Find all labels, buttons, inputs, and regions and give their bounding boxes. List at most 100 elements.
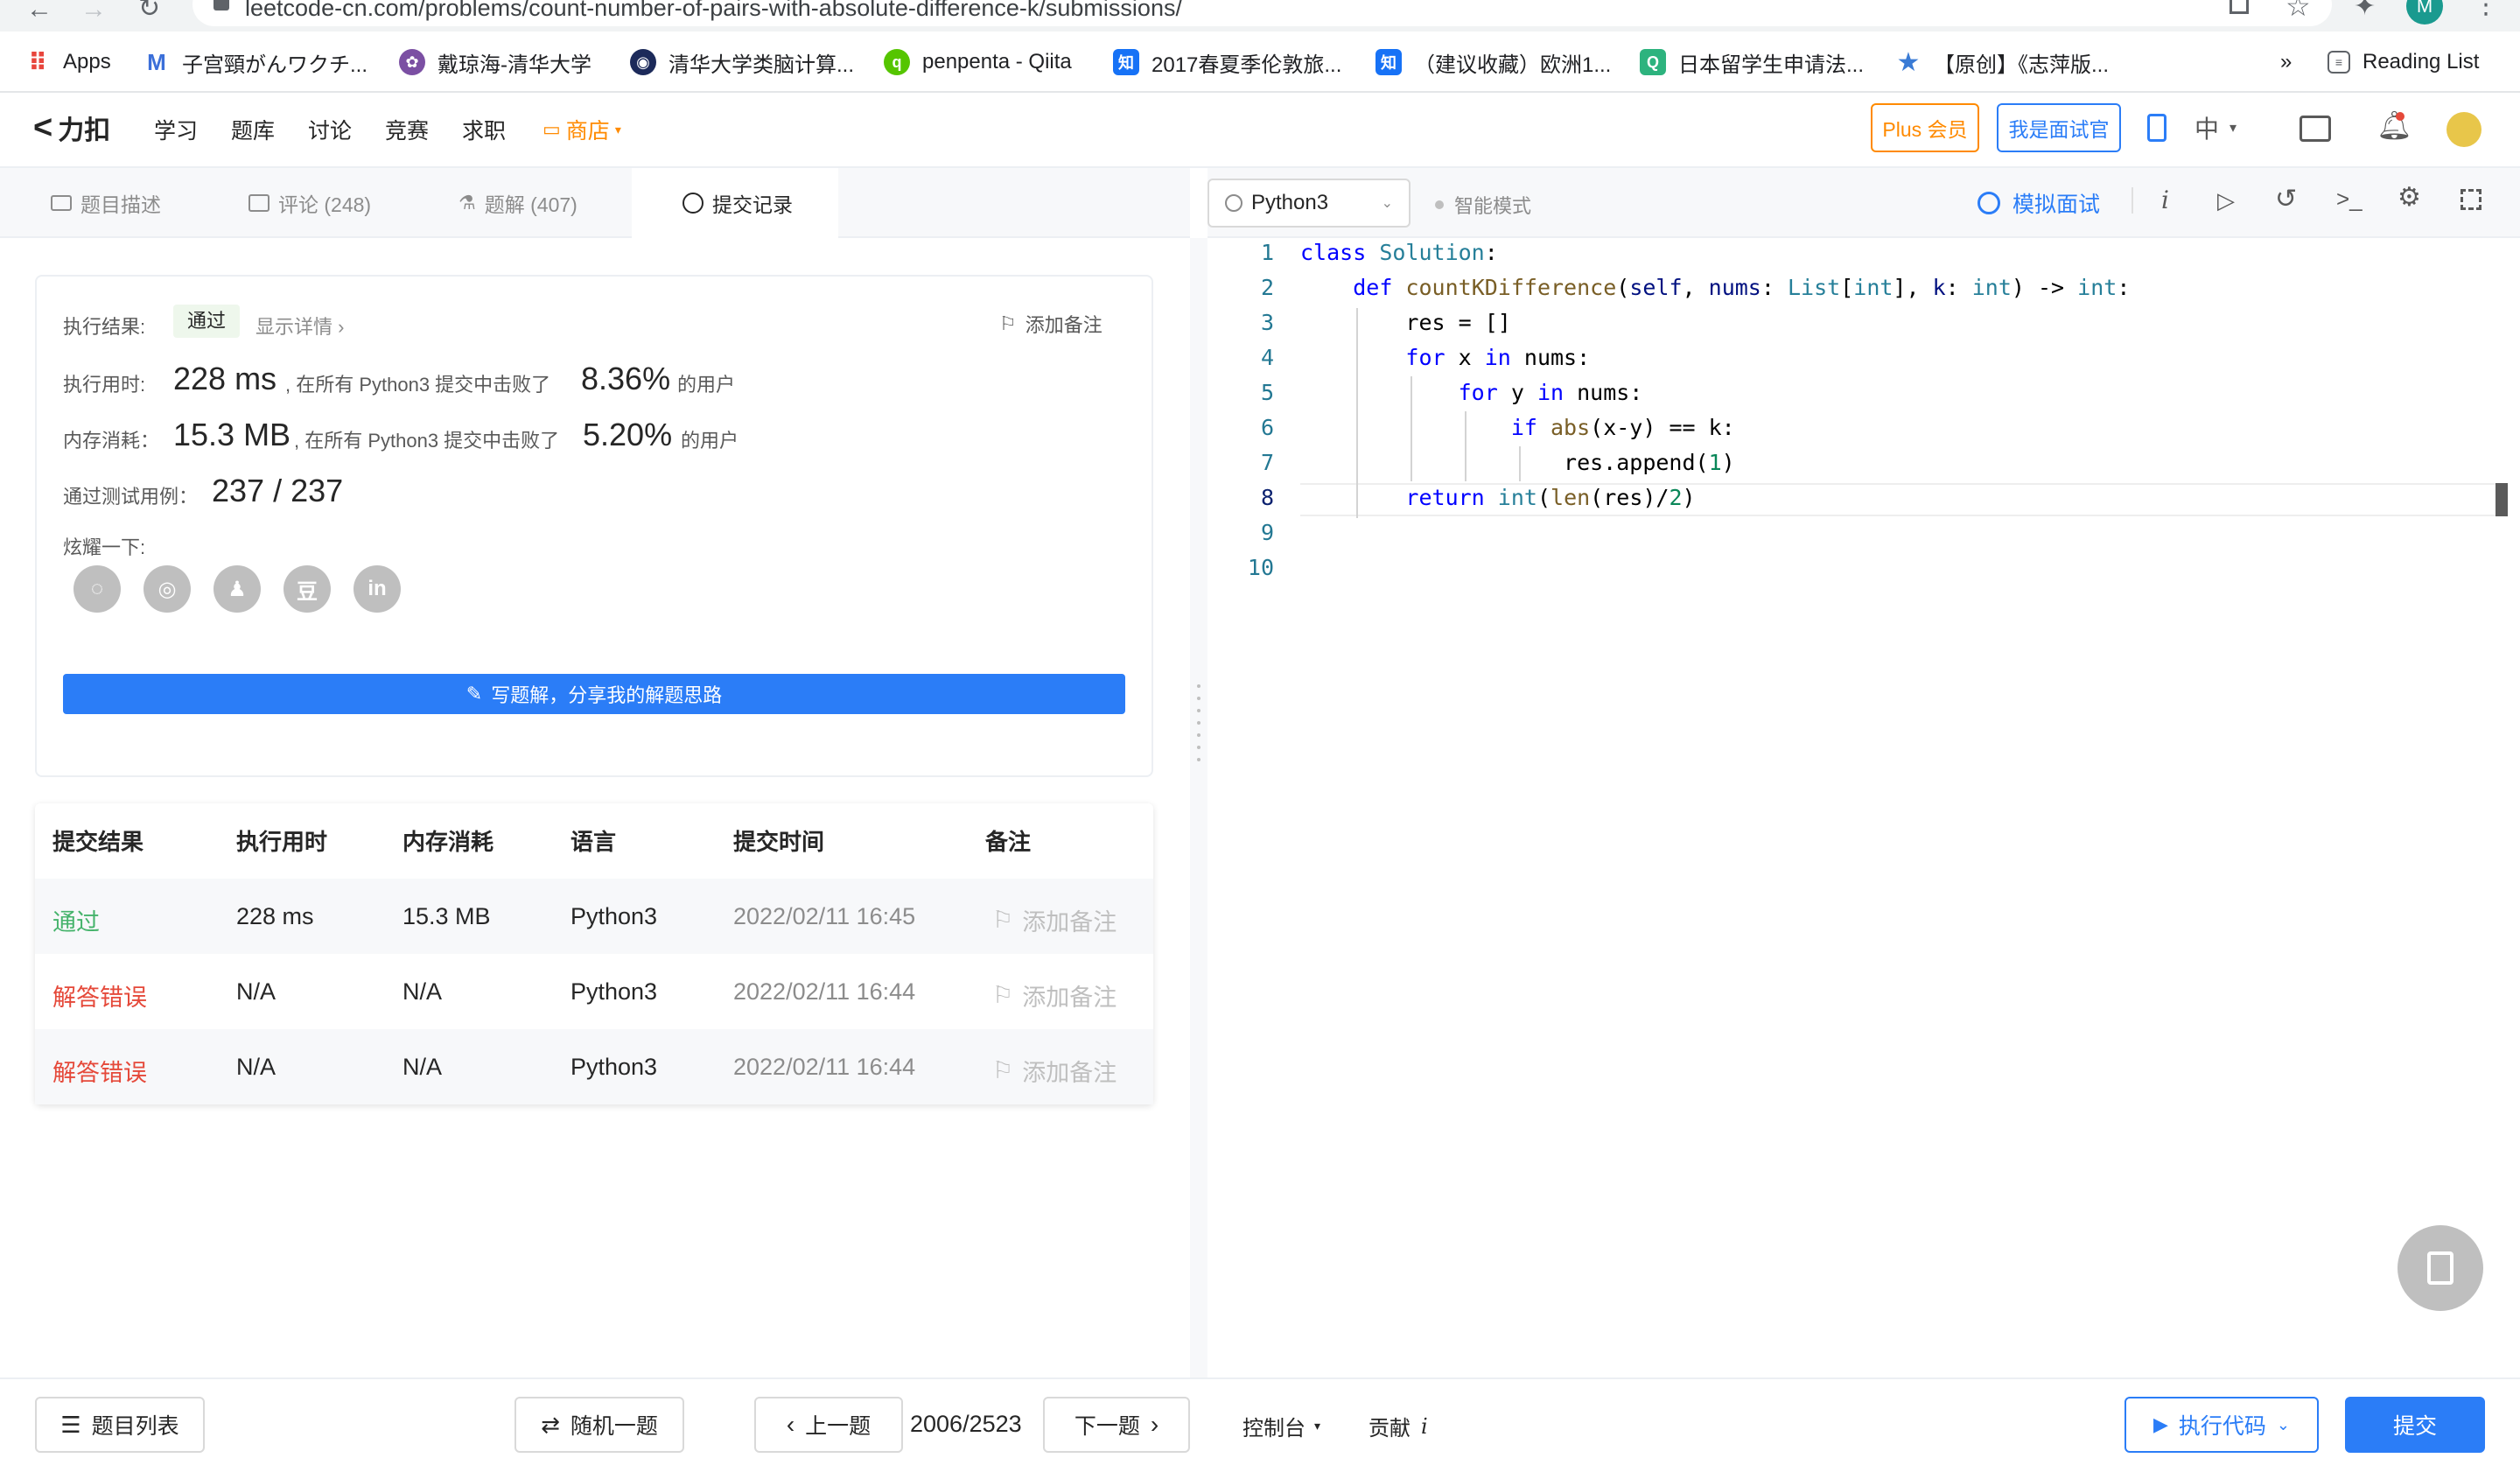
chevron-down-icon: ▾ bbox=[614, 122, 621, 137]
bookmark-label: penpenta - Qiita bbox=[922, 50, 1072, 74]
bookmark-item[interactable]: Q 日本留学生申请法... bbox=[1640, 46, 1864, 78]
url-text[interactable]: leetcode-cn.com/problems/count-number-of… bbox=[245, 0, 1182, 22]
interviewer-button[interactable]: 我是面试官 bbox=[1997, 103, 2121, 152]
memory-label: 内存消耗： bbox=[63, 430, 160, 452]
browser-menu-icon[interactable]: ⋮ bbox=[2473, 0, 2499, 20]
flag-icon: ⚐ bbox=[999, 312, 1017, 334]
bookmark-item[interactable]: ✿ 戴琼海-清华大学 bbox=[399, 46, 592, 78]
code-line[interactable]: class Solution: bbox=[1300, 240, 1498, 265]
tab-comments[interactable]: 评论 (248) bbox=[248, 168, 406, 238]
submission-memory: N/A bbox=[402, 1054, 443, 1080]
code-line[interactable]: def countKDifference(self, nums: List[in… bbox=[1300, 275, 2130, 300]
qq-icon[interactable]: ♟ bbox=[214, 565, 261, 613]
code-line[interactable]: return int(len(res)/2) bbox=[1300, 485, 1695, 510]
submission-status[interactable]: 通过 bbox=[52, 903, 100, 937]
bookmark-item[interactable]: ◉ 清华大学类脑计算... bbox=[630, 46, 854, 78]
submission-status[interactable]: 解答错误 bbox=[52, 978, 147, 1013]
memory-users-text: 的用户 bbox=[681, 430, 739, 452]
bookmark-label: 【原创】《志萍版... bbox=[1934, 53, 2110, 77]
show-details-link[interactable]: 显示详情 › bbox=[256, 312, 344, 340]
bookmark-label: 戴琼海-清华大学 bbox=[438, 53, 592, 77]
submission-status[interactable]: 解答错误 bbox=[52, 1054, 147, 1088]
code-line[interactable]: for x in nums: bbox=[1300, 345, 1590, 370]
scrollbar-marker[interactable] bbox=[2496, 483, 2508, 516]
nav-jobs[interactable]: 求职 bbox=[462, 114, 506, 145]
info-circle-icon bbox=[1225, 194, 1242, 212]
notification-bell-icon[interactable]: 🔔︎ bbox=[2376, 109, 2412, 142]
tab-solutions[interactable]: ⚗ 题解 (407) bbox=[458, 168, 616, 238]
problem-list-button[interactable]: ☰ 题目列表 bbox=[35, 1397, 205, 1453]
flag-icon: ⚐ bbox=[992, 982, 1014, 1008]
tab-submissions[interactable]: 提交记录 bbox=[632, 168, 838, 238]
back-icon[interactable]: ← bbox=[26, 0, 52, 25]
nav-shop[interactable]: ▭ 商店 ▾ bbox=[542, 114, 621, 145]
notes-float-button[interactable] bbox=[2398, 1225, 2483, 1311]
fullscreen-icon[interactable] bbox=[2460, 189, 2482, 210]
plus-member-button[interactable]: Plus 会员 bbox=[1871, 103, 1979, 152]
info-icon[interactable]: i bbox=[2161, 186, 2169, 214]
code-editor[interactable] bbox=[1208, 238, 2520, 1377]
nav-problems[interactable]: 题库 bbox=[231, 114, 275, 145]
submission-language: Python3 bbox=[570, 903, 658, 929]
mock-interview-button[interactable]: 模拟面试 bbox=[1978, 187, 2100, 219]
logo[interactable]: < 力扣 bbox=[33, 109, 110, 147]
bookmark-item[interactable]: 知 （建议收藏）欧洲1... bbox=[1376, 46, 1611, 78]
bookmark-item[interactable]: ★ 【原创】《志萍版... bbox=[1895, 46, 2109, 78]
shop-icon: ▭ bbox=[542, 118, 561, 140]
next-problem-button[interactable]: 下一题 › bbox=[1043, 1397, 1190, 1453]
bookmarks-more[interactable]: » bbox=[2280, 46, 2292, 78]
panel-resizer[interactable] bbox=[1190, 238, 1208, 1377]
language-switch[interactable]: 中 ▾ bbox=[2194, 110, 2236, 145]
prev-problem-button[interactable]: ‹ 上一题 bbox=[754, 1397, 903, 1453]
nav-learn[interactable]: 学习 bbox=[154, 114, 198, 145]
language-select[interactable]: Python3 ⌄ bbox=[1208, 179, 1410, 228]
user-avatar[interactable] bbox=[2446, 112, 2482, 147]
flag-icon: ⚐ bbox=[992, 1057, 1014, 1083]
mobile-icon[interactable] bbox=[2147, 114, 2166, 142]
playground-icon[interactable] bbox=[2300, 116, 2331, 142]
weibo-icon[interactable]: ◎ bbox=[144, 565, 191, 613]
write-solution-button[interactable]: ✎ 写题解，分享我的解题思路 bbox=[63, 674, 1125, 714]
run-code-button[interactable]: ▶ 执行代码 ⌄ bbox=[2124, 1397, 2319, 1453]
shop-label: 商店 bbox=[565, 119, 610, 144]
nav-discuss[interactable]: 讨论 bbox=[308, 114, 352, 145]
console-toggle[interactable]: 控制台 ▾ bbox=[1242, 1411, 1320, 1441]
bookmark-item[interactable]: M 子宫頸がんワクチ... bbox=[144, 46, 368, 78]
submission-add-note[interactable]: ⚐ 添加备注 bbox=[992, 978, 1116, 1013]
tab-description[interactable]: 题目描述 bbox=[51, 168, 173, 238]
submission-add-note[interactable]: ⚐ 添加备注 bbox=[992, 1054, 1116, 1088]
share-page-icon[interactable] bbox=[2230, 0, 2249, 14]
bookmark-item[interactable]: 知 2017春夏季伦敦旅... bbox=[1113, 46, 1341, 78]
bookmark-item[interactable]: q penpenta - Qiita bbox=[884, 46, 1072, 78]
code-line[interactable]: res = [] bbox=[1300, 310, 1510, 335]
random-problem-button[interactable]: ⇄ 随机一题 bbox=[514, 1397, 684, 1453]
nav-contest[interactable]: 竞赛 bbox=[385, 114, 429, 145]
m-logo-icon: M bbox=[147, 48, 166, 75]
language-label: 中 bbox=[2194, 116, 2220, 143]
code-line[interactable]: res.append(1) bbox=[1300, 450, 1735, 475]
extensions-icon[interactable]: ✦ bbox=[2354, 0, 2376, 22]
smart-mode-toggle[interactable]: 智能模式 bbox=[1435, 191, 1531, 219]
submission-add-note[interactable]: ⚐ 添加备注 bbox=[992, 903, 1116, 937]
douban-icon[interactable]: 豆 bbox=[284, 565, 331, 613]
linkedin-icon[interactable]: in bbox=[354, 565, 401, 613]
notebook-icon bbox=[2427, 1251, 2454, 1285]
reload-icon[interactable]: ↻ bbox=[138, 0, 160, 24]
bookmark-apps[interactable]: ⠿ Apps bbox=[24, 46, 111, 78]
code-line[interactable]: if abs(x-y) == k: bbox=[1300, 415, 1735, 440]
wechat-icon[interactable]: ◌ bbox=[74, 565, 121, 613]
submit-button[interactable]: 提交 bbox=[2345, 1397, 2485, 1453]
add-note-button[interactable]: ⚐ 添加备注 bbox=[999, 310, 1102, 338]
run-triangle-icon[interactable]: ▷ bbox=[2217, 187, 2235, 214]
zhihu-icon: 知 bbox=[1376, 49, 1402, 75]
code-line[interactable]: for y in nums: bbox=[1300, 380, 1643, 405]
contribute-button[interactable]: 贡献 i bbox=[1368, 1411, 1428, 1441]
settings-gear-icon[interactable]: ⚙ bbox=[2398, 182, 2421, 213]
reading-list[interactable]: ≡ Reading List bbox=[2328, 46, 2479, 78]
forward-icon[interactable]: → bbox=[80, 0, 107, 25]
share-label: 炫耀一下: bbox=[63, 536, 146, 558]
reset-icon[interactable]: ↺ bbox=[2275, 184, 2297, 214]
bookmark-star-icon[interactable]: ☆ bbox=[2286, 0, 2311, 23]
write-solution-label: 写题解，分享我的解题思路 bbox=[491, 684, 723, 706]
terminal-icon[interactable]: >_ bbox=[2336, 186, 2362, 213]
